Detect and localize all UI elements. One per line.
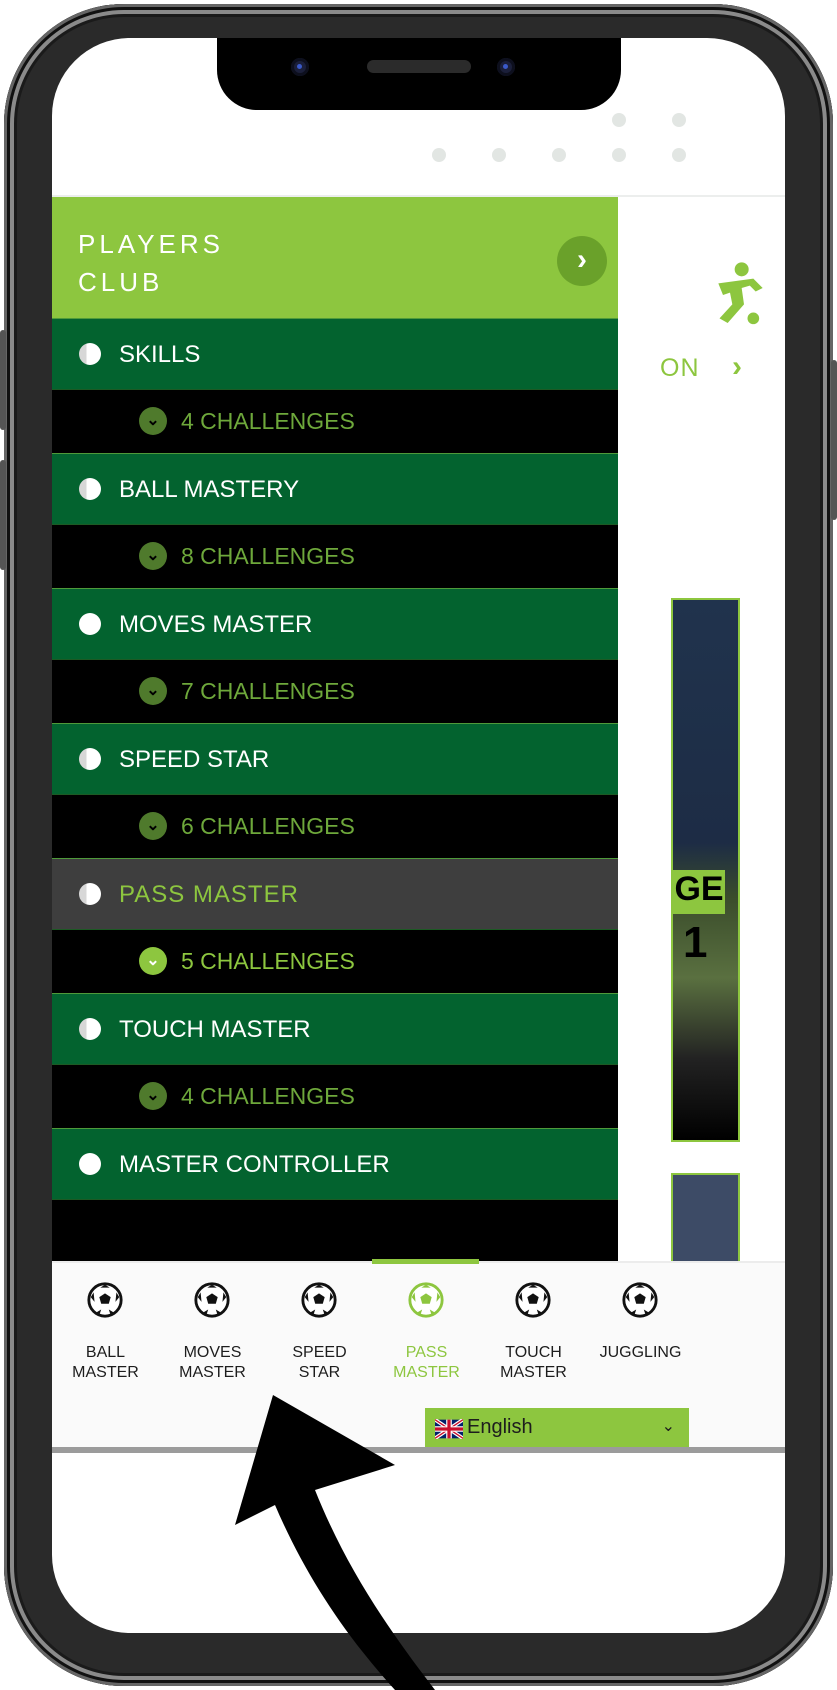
menu-forward-button[interactable]: › — [557, 236, 607, 286]
radio-icon — [79, 478, 101, 500]
menu-category-skills[interactable]: SKILLS — [52, 318, 618, 389]
nav-item-juggling[interactable]: JUGGLING — [587, 1263, 694, 1403]
radio-icon — [79, 883, 101, 905]
pointer-arrow-icon — [235, 1395, 435, 1690]
challenges-link[interactable]: ⌄ 5 CHALLENGES — [52, 929, 618, 993]
nav-item-moves-master[interactable]: MOVES MASTER — [159, 1263, 266, 1403]
menu-category-moves-master[interactable]: MOVES MASTER — [52, 588, 618, 659]
chevron-down-icon: ⌄ — [139, 407, 167, 435]
challenge-number: 1 — [683, 918, 708, 967]
challenges-link[interactable]: ⌄ 4 CHALLENGES — [52, 1064, 618, 1128]
challenges-count: 4 CHALLENGES — [181, 408, 355, 434]
nav-item-touch-master[interactable]: TOUCH MASTER — [480, 1263, 587, 1403]
nav-label: PASS MASTER — [393, 1344, 460, 1381]
nav-label: BALL MASTER — [72, 1344, 139, 1381]
side-menu: PLAYERS CLUB › SKILLS ⌄ 4 CHALLENGES BAL… — [52, 197, 618, 1261]
radio-icon — [79, 613, 101, 635]
radio-icon — [79, 343, 101, 365]
nav-label: TOUCH MASTER — [500, 1344, 567, 1381]
sensor-icon — [497, 58, 515, 76]
power-button — [831, 360, 837, 520]
speaker-grille — [367, 60, 471, 73]
challenges-link[interactable] — [52, 1199, 618, 1261]
challenge-video-thumbnail[interactable]: GE 1 — [671, 598, 740, 1142]
nav-item-speed-star[interactable]: SPEED STAR — [266, 1263, 373, 1403]
soccer-ball-icon — [408, 1282, 444, 1318]
menu-category-label: MOVES MASTER — [119, 611, 313, 638]
menu-title-line: CLUB — [78, 267, 164, 297]
radio-icon — [79, 748, 101, 770]
player-logo-icon — [718, 262, 763, 325]
decorative-dots — [412, 98, 785, 178]
chevron-right-icon[interactable]: › — [732, 350, 742, 384]
soccer-ball-icon — [515, 1282, 551, 1318]
soccer-ball-icon — [301, 1282, 337, 1318]
menu-category-label: SKILLS — [119, 341, 201, 368]
chevron-down-icon: ⌄ — [139, 812, 167, 840]
menu-category-label: SPEED STAR — [119, 746, 270, 773]
phone-notch — [217, 38, 621, 110]
challenges-count: 5 CHALLENGES — [181, 948, 355, 974]
menu-header: PLAYERS CLUB › — [52, 197, 618, 318]
menu-category-label: MASTER CONTROLLER — [119, 1151, 390, 1178]
menu-category-label: BALL MASTERY — [119, 476, 300, 503]
nav-item-ball-master[interactable]: BALL MASTER — [52, 1263, 159, 1403]
nav-label: MOVES MASTER — [179, 1344, 246, 1381]
language-select[interactable]: English ⌄ — [425, 1408, 689, 1448]
nav-label: JUGGLING — [599, 1344, 682, 1361]
chevron-down-icon: ⌄ — [139, 1082, 167, 1110]
challenges-link[interactable]: ⌄ 6 CHALLENGES — [52, 794, 618, 858]
soccer-ball-icon — [194, 1282, 230, 1318]
challenges-link[interactable]: ⌄ 8 CHALLENGES — [52, 524, 618, 588]
phone-screen: ON › GE 1 PLAYERS CLUB › SKILLS ⌄ 4 CHAL… — [52, 38, 785, 1633]
soccer-ball-icon — [622, 1282, 658, 1318]
menu-category-master-controller[interactable]: MASTER CONTROLLER — [52, 1128, 618, 1199]
challenges-count: 6 CHALLENGES — [181, 813, 355, 839]
language-label: English — [467, 1416, 533, 1438]
camera-icon — [291, 58, 309, 76]
challenges-count: 4 CHALLENGES — [181, 1083, 355, 1109]
radio-icon — [79, 1018, 101, 1040]
uk-flag-icon — [435, 1419, 463, 1439]
menu-category-touch-master[interactable]: TOUCH MASTER — [52, 993, 618, 1064]
chevron-down-icon: ⌄ — [139, 542, 167, 570]
challenge-tag: GE — [673, 870, 725, 914]
menu-category-pass-master[interactable]: PASS MASTER — [52, 858, 618, 929]
menu-category-label: PASS MASTER — [119, 881, 299, 908]
challenges-link[interactable]: ⌄ 7 CHALLENGES — [52, 659, 618, 723]
menu-category-ball-mastery[interactable]: BALL MASTERY — [52, 453, 618, 524]
nav-label: SPEED STAR — [292, 1344, 347, 1381]
chevron-down-icon: ⌄ — [139, 677, 167, 705]
challenges-count: 8 CHALLENGES — [181, 543, 355, 569]
chevron-down-icon: ⌄ — [661, 1418, 675, 1435]
soccer-ball-icon — [87, 1282, 123, 1318]
background-text-fragment: ON — [660, 354, 700, 382]
radio-icon — [79, 1153, 101, 1175]
nav-item-pass-master[interactable]: PASS MASTER — [373, 1263, 480, 1403]
menu-category-speed-star[interactable]: SPEED STAR — [52, 723, 618, 794]
challenges-link[interactable]: ⌄ 4 CHALLENGES — [52, 389, 618, 453]
menu-category-label: TOUCH MASTER — [119, 1016, 311, 1043]
volume-button — [0, 460, 6, 570]
menu-title-line: PLAYERS — [78, 229, 225, 259]
challenges-count: 7 CHALLENGES — [181, 678, 355, 704]
menu-title: PLAYERS CLUB — [78, 225, 224, 301]
volume-button — [0, 330, 6, 430]
challenge-video-thumbnail[interactable] — [671, 1173, 740, 1265]
chevron-down-icon: ⌄ — [139, 947, 167, 975]
